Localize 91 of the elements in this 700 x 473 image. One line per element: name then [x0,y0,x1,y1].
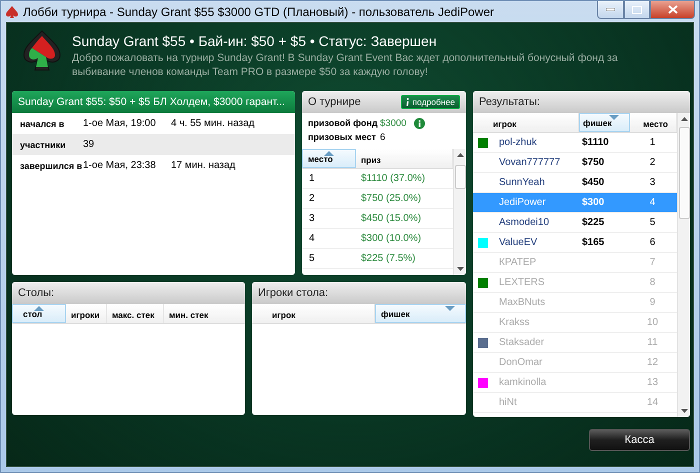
scrollbar[interactable] [677,113,690,417]
player-name: hiNt [498,397,518,408]
place-cell-text: 11 [646,337,659,348]
prize-fund-value: $3000 [380,118,406,128]
table-cell-text: $1110 (37.0%) [360,173,426,184]
info-label: призовой фонд [308,118,379,128]
table-cell-text: $300 (10.0%) [360,233,422,244]
scrollbar[interactable] [453,149,466,275]
place-cell-text: 14 [646,397,660,408]
maximize-button[interactable] [624,1,650,19]
more-button[interactable]: подробнее [401,95,460,109]
panel-title: Игроки стола: [258,287,328,299]
place-cell-text: 12 [646,357,660,368]
place-cell-text: 5 [648,217,656,228]
info-value: 39 [83,139,96,150]
window-title: Лобби турнира - Sunday Grant $55 $3000 GTD (Плановый) - пользователь JediPower [23,4,496,18]
chips-cell-text: $450 [581,177,606,188]
chips-cell-text: $165 [581,237,606,248]
player-name: КРАТЕР [498,257,538,268]
cashier-button[interactable]: Касса [589,429,690,451]
player-name: kamkinolla [498,377,548,388]
scroll-down-icon[interactable] [456,267,464,271]
table-cell-text: 3 [308,213,316,224]
scroll-up-icon[interactable] [456,153,464,157]
place-cell-text: 13 [646,377,660,388]
chips-cell-text: $225 [581,217,606,228]
info-label: призовых мест [308,132,377,142]
place-cell-text: 8 [648,277,656,288]
column-header[interactable]: игроки [66,304,107,323]
chips-cell-text: $1110 [581,137,610,148]
chips-cell-text: $300 [581,197,606,208]
place-cell-text: 7 [648,257,656,268]
player-name: Staksader [498,337,546,348]
close-button[interactable] [650,1,695,19]
paid-places-value: 6 [380,132,386,142]
scrollbar-thumb[interactable] [678,127,690,219]
table-cell-text: 1 [308,173,316,184]
minimize-icon [606,8,615,11]
table-cell-text: 5 [308,253,316,264]
column-header[interactable]: фишек [579,113,630,132]
table-cell-text: $750 (25.0%) [360,193,422,204]
scroll-down-icon[interactable] [680,409,688,413]
player-name: pol-zhuk [498,137,538,148]
panel-title: Столы: [18,287,54,299]
scroll-up-icon[interactable] [680,117,688,121]
time-ago: 4 ч. 55 мин. назад [171,118,255,129]
column-header[interactable]: стол [12,304,66,323]
info-label: начался в [20,118,66,128]
panel-title: Результаты: [479,96,540,108]
player-name: JediPower [498,197,547,208]
table-cell-text: 2 [308,193,316,204]
welcome-text: Добро пожаловать на турнир Sunday Grant! В Sunday Grant Event Вас ждет дополнительный бонусный фонд за выбивание членов команды Team PRO в размере $50 за каждую голову! [72,51,619,79]
player-name: ValueEV [498,237,538,248]
player-name: Krakss [498,317,531,328]
column-header[interactable]: место [302,149,356,168]
place-cell-text: 3 [648,177,656,188]
maximize-icon [632,6,642,14]
player-name: MaxBNuts [498,297,546,308]
time-ago: 17 мин. назад [171,160,236,171]
tournament-title: Sunday Grant $55 • Бай-ин: $50 + $5 • Статус: Завершен [72,33,438,49]
minimize-button[interactable] [597,1,624,19]
table-cell-text: $450 (15.0%) [360,213,422,224]
player-name: DonOmar [498,357,544,368]
info-value: 1-ое Мая, 23:38 [83,160,157,171]
info-icon [406,98,410,106]
info-value: 1-ое Мая, 19:00 [83,118,157,129]
place-cell-text: 10 [646,317,660,328]
panel-title: О турнире [308,96,361,108]
player-name: Vovan777777 [498,157,562,168]
column-header[interactable]: мин. стек [164,304,245,323]
info-label: участники [20,140,67,150]
panel-title: Sunday Grant $55: $50 + $5 БЛ Холдем, $3000 гарант... [18,96,285,108]
place-cell-text: 2 [648,157,656,168]
place-cell-text: 1 [648,137,656,148]
player-name: LEXTERS [498,277,546,288]
table-cell-text: 4 [308,233,316,244]
chips-cell-text: $750 [581,157,606,168]
player-name: SunnYeah [498,177,546,188]
spade-logo-icon [22,29,62,73]
close-icon [668,5,678,14]
column-header[interactable]: макс. стек [107,304,164,323]
place-cell-text: 6 [648,237,656,248]
place-cell-text: 4 [648,197,656,208]
player-name: Asmodei10 [498,217,550,228]
info-icon[interactable] [414,118,426,128]
scrollbar-thumb[interactable] [454,165,466,189]
spade-app-icon [5,4,19,18]
column-header[interactable]: фишек [375,304,466,323]
place-cell-text: 9 [648,297,656,308]
table-cell-text: $225 (7.5%) [360,253,416,264]
info-label: завершился в [20,160,83,170]
